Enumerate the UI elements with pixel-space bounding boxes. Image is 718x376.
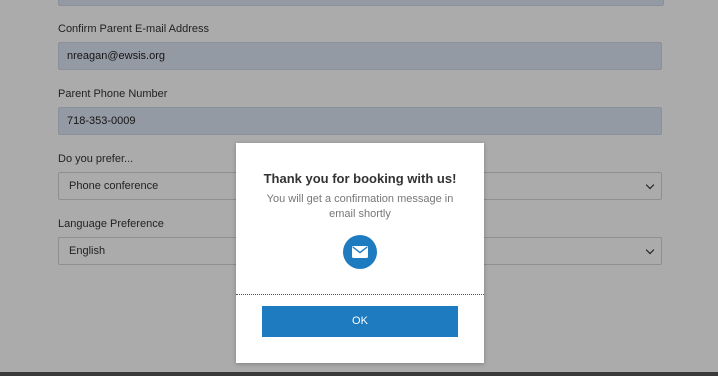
- modal-title: Thank you for booking with us!: [263, 171, 457, 186]
- confirmation-modal: Thank you for booking with us! You will …: [236, 143, 484, 363]
- bottom-edge: [0, 372, 718, 376]
- modal-message: You will get a confirmation message in e…: [266, 193, 454, 220]
- ok-button[interactable]: OK: [262, 306, 458, 337]
- modal-divider: [236, 294, 484, 295]
- envelope-icon: [343, 235, 377, 269]
- envelope-glyph: [352, 246, 368, 258]
